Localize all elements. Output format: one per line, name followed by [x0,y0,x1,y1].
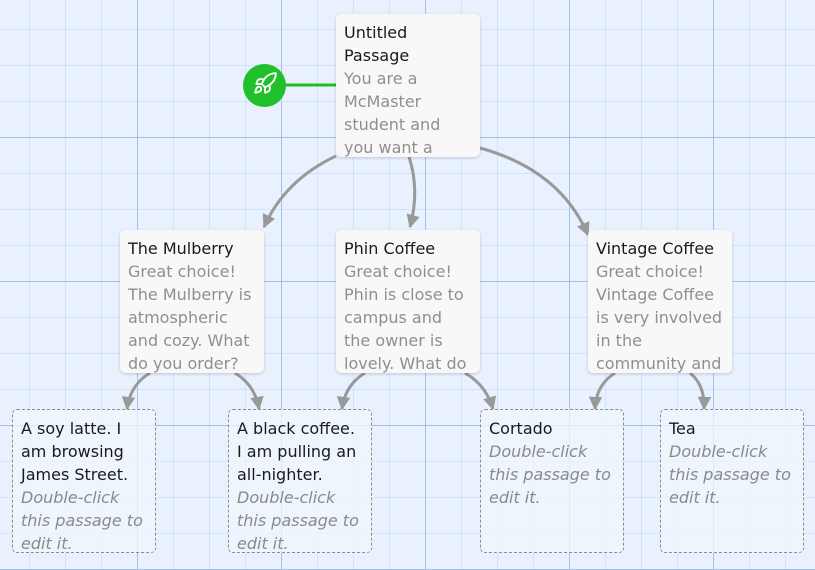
passage-excerpt: Double-click this passage to edit it. [669,442,791,507]
passage-excerpt: Double-click this passage to edit it. [21,488,143,553]
passage-title: A black coffee. I am pulling an all-nigh… [237,419,357,484]
link-vintage-to-tea [689,371,712,411]
passage-title: Vintage Coffee [596,239,715,258]
link-untitled-to-phin [406,156,420,229]
link-phin-to-black-coffee [336,371,366,411]
passage-excerpt: Great choice! Vintage Coffee is very inv… [596,262,723,373]
passage-title: A soy latte. I am browsing James Street. [21,419,129,484]
passage-excerpt: Double-click this passage to edit it. [489,442,611,507]
passage-excerpt: Double-click this passage to edit it. [237,488,359,553]
story-map-canvas[interactable]: Untitled Passage You are a McMaster stud… [0,0,815,570]
passage-excerpt: Great choice! The Mulberry is atmospheri… [128,262,252,373]
link-vintage-to-cortado [588,371,616,411]
passage-title: Untitled Passage [344,23,410,65]
passage-excerpt: Great choice! Phin is close to campus an… [344,262,467,373]
link-untitled-to-mulberry [262,154,337,229]
passage-vintage-coffee[interactable]: Vintage Coffee Great choice! Vintage Cof… [588,230,732,373]
passage-untitled[interactable]: Untitled Passage You are a McMaster stud… [336,14,480,157]
passage-title: Phin Coffee [344,239,436,258]
passage-title: Cortado [489,419,553,438]
link-mulberry-to-black-coffee [234,371,264,411]
passage-tea[interactable]: Tea Double-click this passage to edit it… [660,409,804,553]
passage-phin-coffee[interactable]: Phin Coffee Great choice! Phin is close … [336,230,480,373]
start-story-marker[interactable] [243,64,286,107]
link-mulberry-to-soy-latte [121,371,151,411]
passage-title: Tea [669,419,696,438]
passage-black-coffee[interactable]: A black coffee. I am pulling an all-nigh… [228,409,372,553]
link-untitled-to-vintage [479,146,590,237]
passage-cortado[interactable]: Cortado Double-click this passage to edi… [480,409,624,553]
passage-excerpt: You are a McMaster student and you want … [344,69,441,157]
link-phin-to-cortado [464,371,497,411]
rocket-icon [252,71,278,101]
passage-soy-latte[interactable]: A soy latte. I am browsing James Street.… [12,409,156,553]
passage-the-mulberry[interactable]: The Mulberry Great choice! The Mulberry … [120,230,264,373]
passage-title: The Mulberry [128,239,234,258]
